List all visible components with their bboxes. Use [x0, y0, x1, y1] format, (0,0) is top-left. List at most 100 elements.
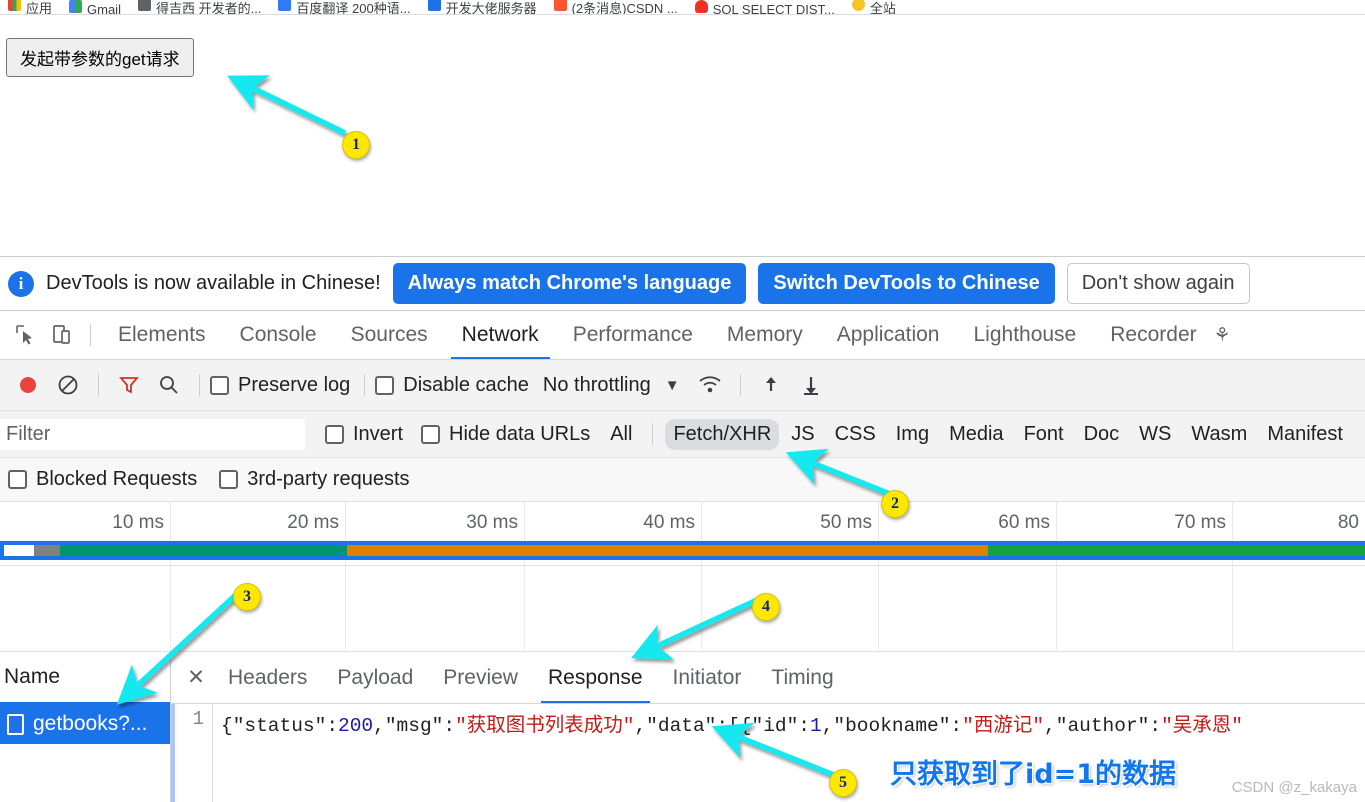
bookmark-item[interactable]: SQL SELECT DIST... — [694, 0, 835, 14]
preserve-log-label: Preserve log — [238, 373, 351, 396]
detail-tab-preview[interactable]: Preview — [428, 652, 533, 703]
disable-cache-label: Disable cache — [403, 373, 529, 396]
response-body[interactable]: 1 {"status":200,"msg":"获取图书列表成功","data":… — [171, 704, 1365, 802]
detail-tab-headers[interactable]: Headers — [213, 652, 322, 703]
filter-type-manifest[interactable]: Manifest — [1259, 419, 1351, 450]
tab-network[interactable]: Network — [445, 311, 556, 359]
csdn-icon — [553, 0, 567, 11]
send-get-request-button[interactable]: 发起带参数的get请求 — [6, 38, 194, 77]
bookmark-item[interactable]: Gmail — [69, 0, 121, 14]
switch-devtools-chinese-button[interactable]: Switch DevTools to Chinese — [758, 263, 1055, 304]
server-icon — [427, 0, 441, 11]
document-icon — [7, 713, 24, 735]
filter-input[interactable] — [0, 418, 305, 450]
checkbox-box — [219, 470, 239, 489]
blocked-requests-checkbox[interactable]: Blocked Requests — [8, 468, 197, 491]
filter-type-doc[interactable]: Doc — [1076, 419, 1128, 450]
toolbar-divider — [739, 374, 741, 396]
filter-type-font[interactable]: Font — [1016, 419, 1072, 450]
tab-application[interactable]: Application — [820, 311, 957, 359]
always-match-language-button[interactable]: Always match Chrome's language — [392, 263, 747, 304]
tab-performance[interactable]: Performance — [556, 311, 710, 359]
bookmark-item[interactable]: 全站 — [851, 0, 896, 14]
inspect-cursor-icon[interactable] — [8, 317, 44, 353]
annotation-badge-1: 1 — [342, 131, 370, 159]
tab-console[interactable]: Console — [223, 311, 334, 359]
annotation-badge-4: 4 — [752, 593, 780, 621]
baidu-translate-icon — [278, 0, 292, 11]
timeline-tick-label: 70 ms — [1174, 512, 1226, 533]
line-number-gutter: 1 — [171, 704, 213, 802]
throttling-select[interactable]: No throttling — [543, 374, 651, 397]
network-conditions-icon[interactable] — [690, 365, 730, 405]
funnel-red-icon[interactable] — [109, 365, 149, 405]
devtools-tab-bar: Elements Console Sources Network Perform… — [0, 311, 1365, 360]
bookmark-label: Gmail — [87, 2, 121, 15]
tab-memory[interactable]: Memory — [710, 311, 820, 359]
timeline-segment-pending — [4, 545, 35, 556]
timeline-tick-label: 10 ms — [112, 512, 164, 533]
timeline-tick-label: 60 ms — [998, 512, 1050, 533]
filter-type-img[interactable]: Img — [888, 419, 937, 450]
beta-flask-icon: ⚘ — [1213, 324, 1231, 346]
filter-type-media[interactable]: Media — [941, 419, 1011, 450]
heart-icon — [694, 0, 708, 13]
clear-no-entry-icon[interactable] — [48, 365, 88, 405]
json-part: ,"msg": — [373, 715, 456, 737]
tab-sources[interactable]: Sources — [334, 311, 445, 359]
filter-type-all[interactable]: All — [602, 419, 640, 450]
bookmark-item[interactable]: (2条消息)CSDN ... — [553, 0, 678, 14]
filter-type-fetch-xhr[interactable]: Fetch/XHR — [665, 418, 780, 450]
invert-label: Invert — [353, 422, 404, 445]
annotation-badge-2: 2 — [881, 490, 909, 518]
detail-tab-response[interactable]: Response — [533, 652, 658, 703]
upload-arrow-icon[interactable] — [751, 365, 791, 405]
filter-type-css[interactable]: CSS — [827, 419, 884, 450]
checkbox-box — [421, 424, 441, 444]
hide-data-urls-label: Hide data URLs — [449, 422, 591, 445]
preserve-log-checkbox[interactable]: Preserve log — [210, 374, 350, 397]
request-name-label: getbooks?... — [33, 712, 148, 735]
filter-type-js[interactable]: JS — [783, 419, 822, 450]
request-row-getbooks[interactable]: getbooks?... — [0, 704, 170, 744]
bookmark-item[interactable]: 百度翻译 200种语... — [278, 0, 411, 14]
chevron-down-icon[interactable]: ▼ — [665, 377, 680, 394]
filter-type-ws[interactable]: WS — [1131, 419, 1179, 450]
bookmark-item[interactable]: 应用 — [8, 0, 52, 14]
download-arrow-icon[interactable] — [791, 365, 831, 405]
network-timeline-overview[interactable]: 10 ms 20 ms 30 ms 40 ms 50 ms 60 ms 70 m… — [0, 502, 1365, 566]
requests-grid-area[interactable] — [0, 566, 1365, 652]
toolbar-divider — [98, 374, 99, 396]
dont-show-again-button[interactable]: Don't show again — [1066, 263, 1250, 304]
close-x-icon[interactable]: ✕ — [179, 661, 213, 695]
tab-recorder[interactable]: Recorder — [1093, 311, 1213, 359]
browser-window: 应用 Gmail 得吉西 开发者的... 百度翻译 200种语... 开发大佬服… — [0, 0, 1365, 802]
json-string-author: "吴承恩" — [1161, 715, 1243, 737]
record-red-icon[interactable] — [8, 365, 48, 405]
filter-type-wasm[interactable]: Wasm — [1183, 419, 1255, 450]
bookmark-label: 应用 — [26, 1, 53, 15]
magnifier-icon[interactable] — [149, 365, 189, 405]
hide-data-urls-checkbox[interactable]: Hide data URLs — [421, 423, 590, 446]
toolbar-divider — [90, 324, 91, 346]
name-column-header[interactable]: Name — [0, 652, 170, 704]
bookmarks-bar: 应用 Gmail 得吉西 开发者的... 百度翻译 200种语... 开发大佬服… — [0, 0, 1365, 15]
checkbox-box — [325, 424, 344, 444]
bookmark-item[interactable]: 开发大佬服务器 — [427, 0, 537, 14]
annotation-badge-5: 5 — [829, 769, 857, 797]
disable-cache-checkbox[interactable]: Disable cache — [375, 374, 529, 397]
detail-tab-initiator[interactable]: Initiator — [658, 652, 757, 703]
info-icon: i — [8, 270, 34, 297]
device-toolbar-icon[interactable] — [44, 317, 80, 353]
third-party-requests-checkbox[interactable]: 3rd-party requests — [219, 468, 410, 491]
bookmark-item[interactable]: 得吉西 开发者的... — [137, 0, 261, 14]
tab-elements[interactable]: Elements — [101, 311, 223, 359]
detail-tab-payload[interactable]: Payload — [322, 652, 428, 703]
blocked-requests-row: Blocked Requests 3rd-party requests — [0, 458, 1365, 502]
infobar-message: DevTools is now available in Chinese! — [46, 272, 381, 294]
invert-checkbox[interactable]: Invert — [325, 423, 403, 446]
response-json-text[interactable]: {"status":200,"msg":"获取图书列表成功","data":[{… — [213, 704, 1365, 802]
network-toolbar: Preserve log Disable cache No throttling… — [0, 360, 1365, 411]
tab-lighthouse[interactable]: Lighthouse — [956, 311, 1093, 359]
detail-tab-timing[interactable]: Timing — [756, 652, 848, 703]
